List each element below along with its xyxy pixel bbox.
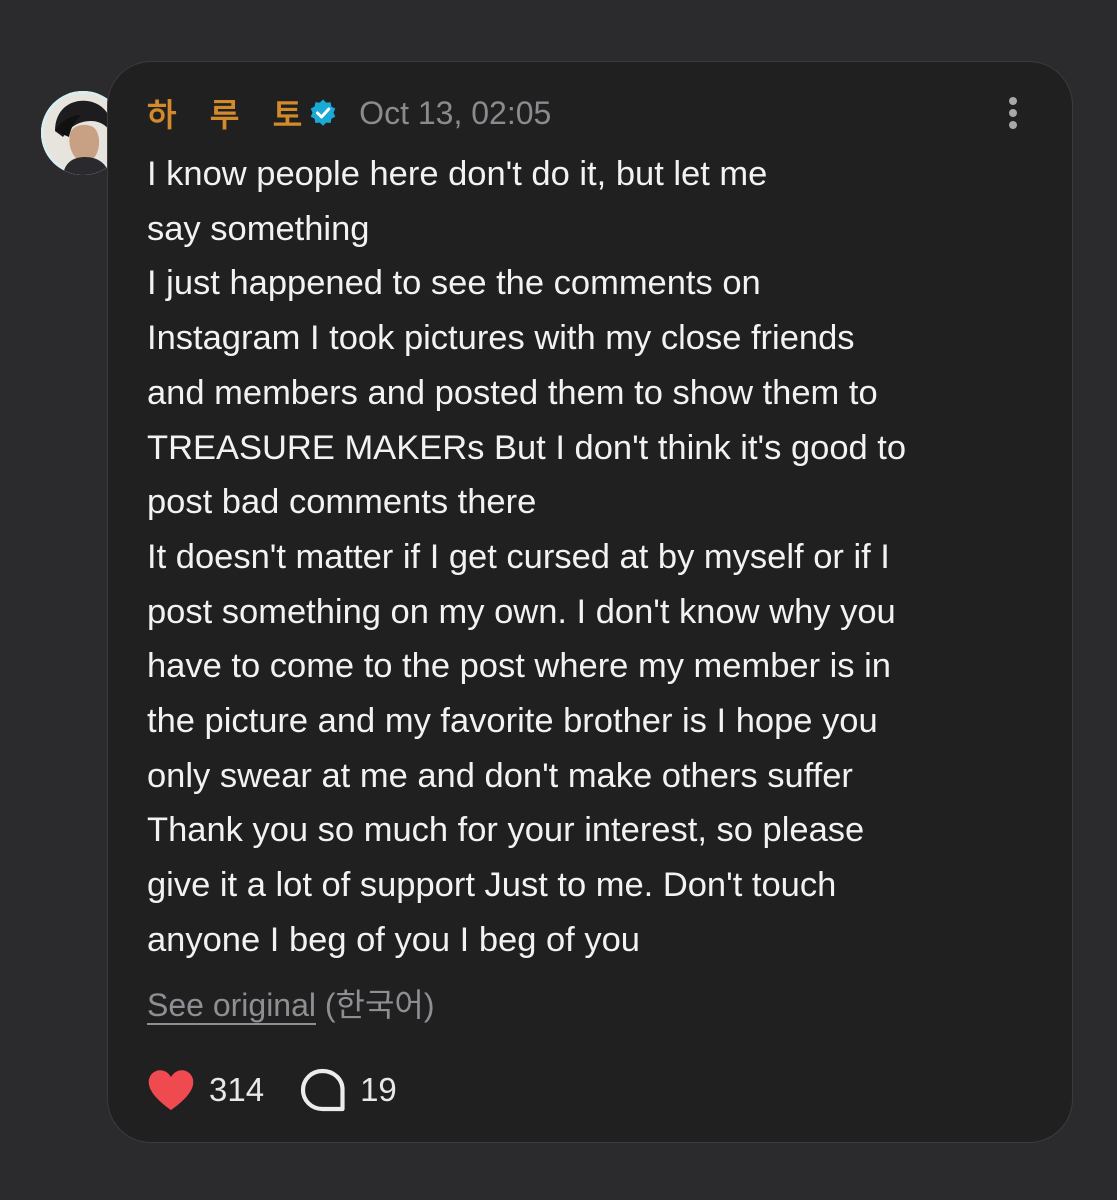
- post-actions: 314 19: [147, 1066, 397, 1114]
- more-vertical-icon: [1009, 97, 1017, 105]
- more-options-button[interactable]: [1004, 94, 1024, 132]
- post-body-line: give it a lot of support Just to me. Don…: [147, 866, 837, 905]
- heart-icon: [148, 1070, 194, 1110]
- post-body-line: It doesn't matter if I get cursed at by …: [147, 537, 890, 576]
- post-body-line: anyone I beg of you I beg of you: [147, 920, 640, 959]
- post-header: 하 루 토 Oct 13, 02:05: [147, 90, 551, 136]
- author-name[interactable]: 하 루 토: [147, 90, 302, 136]
- post-body-line: the picture and my favorite brother is I…: [147, 702, 878, 741]
- post-body-line: and members and posted them to show them…: [147, 373, 878, 412]
- post-body-line: I just happened to see the comments on: [147, 264, 761, 303]
- comment-bubble-icon: [300, 1068, 345, 1112]
- comment-button[interactable]: 19: [300, 1068, 397, 1112]
- post-body-line: only swear at me and don't make others s…: [147, 756, 853, 795]
- see-original-link[interactable]: See original: [147, 987, 316, 1023]
- see-original-row: See original (한국어): [147, 980, 435, 1026]
- post-body-line: say something: [147, 209, 370, 248]
- like-button[interactable]: 314: [147, 1069, 264, 1111]
- post-body-line: TREASURE MAKERs But I don't think it's g…: [147, 428, 907, 467]
- post-body: I know people here don't do it, but let …: [147, 147, 1047, 968]
- post-body-line: have to come to the post where my member…: [147, 647, 891, 686]
- verified-badge-icon: [310, 99, 336, 126]
- like-count: 314: [209, 1071, 265, 1108]
- comment-count: 19: [360, 1071, 397, 1108]
- post-body-line: Thank you so much for your interest, so …: [147, 811, 865, 850]
- post-body-line: I know people here don't do it, but let …: [147, 155, 768, 193]
- post-timestamp: Oct 13, 02:05: [359, 94, 552, 131]
- post-body-line: Instagram I took pictures with my close …: [147, 319, 855, 358]
- post-body-line: post something on my own. I don't know w…: [147, 592, 896, 631]
- more-vertical-icon-dot: [1009, 109, 1017, 117]
- more-vertical-icon-dot: [1009, 121, 1017, 129]
- post-body-line: post bad comments there: [147, 483, 537, 522]
- original-language-label: (한국어): [324, 987, 435, 1023]
